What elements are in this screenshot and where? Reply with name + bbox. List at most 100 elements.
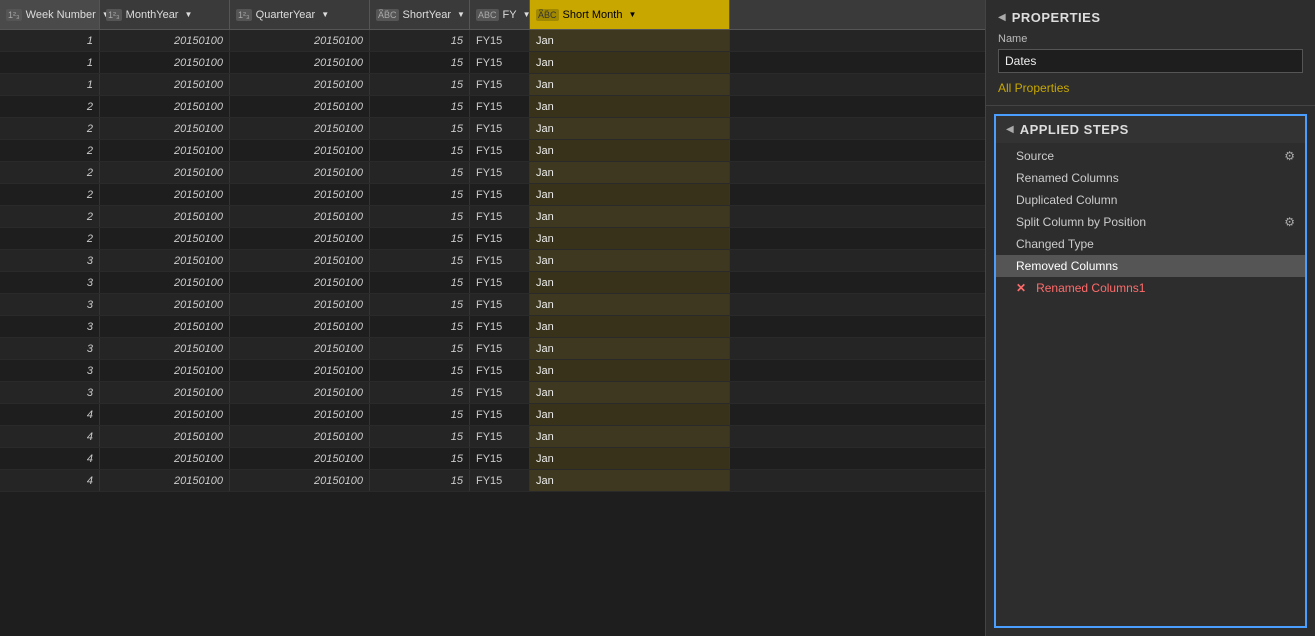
cell-short: 15 xyxy=(370,250,470,271)
table-row: 4 20150100 20150100 15 FY15 Jan xyxy=(0,404,985,426)
table-row: 3 20150100 20150100 15 FY15 Jan xyxy=(0,316,985,338)
table-scroll[interactable]: 1²₃ Week Number ▼ 1²₃ MonthYear ▼ 1²₃ Qu… xyxy=(0,0,985,636)
cell-shortmonth: Jan xyxy=(530,382,730,403)
table-row: 2 20150100 20150100 15 FY15 Jan xyxy=(0,96,985,118)
cell-short: 15 xyxy=(370,404,470,425)
cell-month: 20150100 xyxy=(100,118,230,139)
dropdown-arrow-shortmonth[interactable]: ▼ xyxy=(628,10,636,19)
properties-section: ◀ PROPERTIES Name All Properties xyxy=(986,0,1315,106)
table-inner: 1²₃ Week Number ▼ 1²₃ MonthYear ▼ 1²₃ Qu… xyxy=(0,0,985,492)
cell-short: 15 xyxy=(370,52,470,73)
cell-week: 2 xyxy=(0,118,100,139)
table-row: 4 20150100 20150100 15 FY15 Jan xyxy=(0,426,985,448)
cell-quarter: 20150100 xyxy=(230,294,370,315)
cell-month: 20150100 xyxy=(100,30,230,51)
cell-week: 4 xyxy=(0,448,100,469)
step-item-renamed-cols[interactable]: Renamed Columns xyxy=(996,167,1305,189)
cell-week: 3 xyxy=(0,338,100,359)
cell-short: 15 xyxy=(370,426,470,447)
cell-shortmonth: Jan xyxy=(530,294,730,315)
step-item-renamed-cols1[interactable]: ✕Renamed Columns1 xyxy=(996,277,1305,299)
col-label-shortyear: ShortYear xyxy=(403,9,452,21)
cell-shortmonth: Jan xyxy=(530,206,730,227)
col-label-month: MonthYear xyxy=(126,9,179,21)
col-header-fy[interactable]: ABC FY ▼ xyxy=(470,0,530,29)
cell-week: 4 xyxy=(0,404,100,425)
col-header-month[interactable]: 1²₃ MonthYear ▼ xyxy=(100,0,230,29)
cell-short: 15 xyxy=(370,294,470,315)
step-x-icon: ✕ xyxy=(1016,281,1026,295)
col-header-quarter[interactable]: 1²₃ QuarterYear ▼ xyxy=(230,0,370,29)
cell-week: 3 xyxy=(0,382,100,403)
cell-fy: FY15 xyxy=(470,118,530,139)
cell-quarter: 20150100 xyxy=(230,272,370,293)
type-icon-fy: ABC xyxy=(476,9,499,21)
name-input[interactable] xyxy=(998,49,1303,73)
properties-title: PROPERTIES xyxy=(1012,10,1101,25)
dropdown-arrow-quarter[interactable]: ▼ xyxy=(321,10,329,19)
cell-short: 15 xyxy=(370,360,470,381)
table-row: 2 20150100 20150100 15 FY15 Jan xyxy=(0,162,985,184)
collapse-arrow-properties[interactable]: ◀ xyxy=(998,12,1006,23)
type-icon-month: 1²₃ xyxy=(106,9,122,21)
all-properties-link[interactable]: All Properties xyxy=(998,81,1069,95)
cell-month: 20150100 xyxy=(100,338,230,359)
step-item-source[interactable]: Source ⚙ xyxy=(996,145,1305,167)
cell-short: 15 xyxy=(370,30,470,51)
table-body: 1 20150100 20150100 15 FY15 Jan 1 201501… xyxy=(0,30,985,492)
table-row: 4 20150100 20150100 15 FY15 Jan xyxy=(0,448,985,470)
table-row: 1 20150100 20150100 15 FY15 Jan xyxy=(0,30,985,52)
cell-month: 20150100 xyxy=(100,228,230,249)
col-header-shortmonth[interactable]: A͆B̈C Short Month ▼ xyxy=(530,0,730,29)
table-row: 3 20150100 20150100 15 FY15 Jan xyxy=(0,272,985,294)
cell-fy: FY15 xyxy=(470,272,530,293)
table-row: 3 20150100 20150100 15 FY15 Jan xyxy=(0,250,985,272)
dropdown-arrow-month[interactable]: ▼ xyxy=(184,10,192,19)
col-label-fy: FY xyxy=(503,9,517,21)
step-item-split-col[interactable]: Split Column by Position⚙ xyxy=(996,211,1305,233)
cell-quarter: 20150100 xyxy=(230,162,370,183)
properties-header: ◀ PROPERTIES xyxy=(998,10,1303,25)
step-left: Duplicated Column xyxy=(1016,193,1117,207)
cell-week: 4 xyxy=(0,470,100,491)
collapse-arrow-steps[interactable]: ◀ xyxy=(1006,124,1014,135)
cell-fy: FY15 xyxy=(470,228,530,249)
step-label-source: Source xyxy=(1016,149,1054,163)
cell-short: 15 xyxy=(370,338,470,359)
cell-month: 20150100 xyxy=(100,162,230,183)
gear-icon-split-col[interactable]: ⚙ xyxy=(1284,215,1295,229)
cell-month: 20150100 xyxy=(100,470,230,491)
step-item-changed-type[interactable]: Changed Type xyxy=(996,233,1305,255)
cell-fy: FY15 xyxy=(470,250,530,271)
cell-quarter: 20150100 xyxy=(230,448,370,469)
step-item-duplicated-col[interactable]: Duplicated Column xyxy=(996,189,1305,211)
cell-fy: FY15 xyxy=(470,360,530,381)
table-row: 2 20150100 20150100 15 FY15 Jan xyxy=(0,228,985,250)
col-header-shortyear[interactable]: A͆B̈C ShortYear ▼ xyxy=(370,0,470,29)
cell-fy: FY15 xyxy=(470,316,530,337)
cell-short: 15 xyxy=(370,162,470,183)
cell-quarter: 20150100 xyxy=(230,30,370,51)
cell-short: 15 xyxy=(370,448,470,469)
step-label-duplicated-col: Duplicated Column xyxy=(1016,193,1117,207)
cell-week: 2 xyxy=(0,140,100,161)
applied-steps-title: APPLIED STEPS xyxy=(1020,122,1129,137)
cell-short: 15 xyxy=(370,382,470,403)
step-left: Renamed Columns xyxy=(1016,171,1119,185)
col-label-quarter: QuarterYear xyxy=(256,9,316,21)
col-header-week[interactable]: 1²₃ Week Number ▼ xyxy=(0,0,100,29)
cell-week: 3 xyxy=(0,272,100,293)
cell-week: 2 xyxy=(0,96,100,117)
step-item-removed-cols[interactable]: Removed Columns xyxy=(996,255,1305,277)
type-icon-quarter: 1²₃ xyxy=(236,9,252,21)
cell-short: 15 xyxy=(370,228,470,249)
cell-shortmonth: Jan xyxy=(530,118,730,139)
cell-shortmonth: Jan xyxy=(530,96,730,117)
gear-icon-source[interactable]: ⚙ xyxy=(1284,149,1295,163)
dropdown-arrow-shortyear[interactable]: ▼ xyxy=(457,10,465,19)
type-icon-week: 1²₃ xyxy=(6,9,22,21)
cell-fy: FY15 xyxy=(470,294,530,315)
applied-steps-header: ◀ APPLIED STEPS xyxy=(996,116,1305,143)
cell-fy: FY15 xyxy=(470,184,530,205)
cell-short: 15 xyxy=(370,206,470,227)
